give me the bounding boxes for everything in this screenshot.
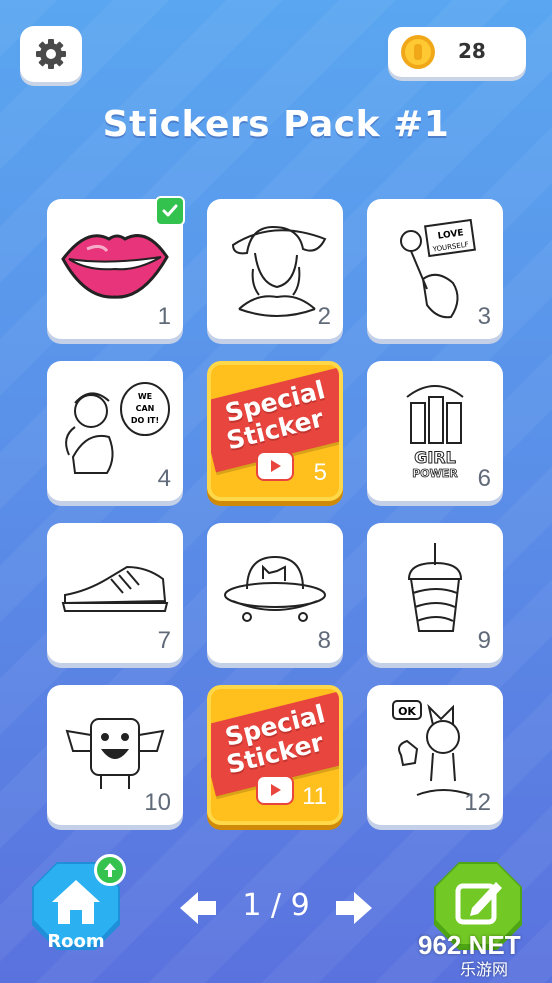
watermark: 962.NET 乐游网 xyxy=(418,930,548,979)
special-sticker-card-5[interactable]: Special Sticker 5 xyxy=(207,361,343,501)
sticker-card-7[interactable]: 7 xyxy=(47,523,183,663)
watermark-bottom: 乐游网 xyxy=(460,962,509,979)
sticker-number: 8 xyxy=(317,627,331,654)
upgrade-arrow-icon xyxy=(94,854,126,886)
svg-text:DO IT!: DO IT! xyxy=(131,416,159,425)
svg-text:CAN: CAN xyxy=(136,404,155,413)
sticker-number: 4 xyxy=(157,465,171,492)
sticker-card-3[interactable]: LOVE YOURSELF 3 xyxy=(367,199,503,339)
room-label: Room xyxy=(47,931,105,952)
sticker-number: 1 xyxy=(157,303,171,330)
svg-text:POWER: POWER xyxy=(412,467,458,480)
sticker-number: 6 xyxy=(477,465,491,492)
coin-icon xyxy=(401,35,435,69)
video-play-icon xyxy=(256,775,294,805)
settings-button[interactable] xyxy=(20,26,82,82)
completed-check-icon xyxy=(155,196,185,226)
sticker-number: 5 xyxy=(313,459,327,486)
sticker-card-8[interactable]: 8 xyxy=(207,523,343,663)
coin-balance: 28 xyxy=(388,27,526,77)
svg-text:GIRL: GIRL xyxy=(414,448,456,467)
sticker-card-6[interactable]: GIRL POWER 6 xyxy=(367,361,503,501)
svg-text:OK: OK xyxy=(398,705,416,718)
sticker-card-10[interactable]: 10 xyxy=(47,685,183,825)
video-play-icon xyxy=(256,451,294,481)
page-title: Stickers Pack #1 xyxy=(102,104,450,145)
sticker-number: 10 xyxy=(144,789,171,816)
gear-icon xyxy=(36,39,66,69)
sticker-number: 9 xyxy=(477,627,491,654)
special-sticker-card-11[interactable]: Special Sticker 11 xyxy=(207,685,343,825)
sticker-number: 3 xyxy=(477,303,491,330)
sticker-card-2[interactable]: 2 xyxy=(207,199,343,339)
sticker-card-4[interactable]: WE CAN DO IT! 4 xyxy=(47,361,183,501)
sticker-grid: 1 2 LOVE YOURSELF 3 WE CAN DO IT! 4 Spec… xyxy=(47,199,503,829)
sticker-card-12[interactable]: OK 12 xyxy=(367,685,503,825)
arrow-left-icon[interactable] xyxy=(176,886,220,930)
svg-text:LOVE: LOVE xyxy=(437,228,464,242)
svg-text:WE: WE xyxy=(138,392,152,401)
sticker-card-9[interactable]: 9 xyxy=(367,523,503,663)
sticker-number: 2 xyxy=(317,303,331,330)
coin-count: 28 xyxy=(458,39,486,63)
page-indicator: 1 / 9 xyxy=(242,888,310,923)
sticker-number: 12 xyxy=(464,789,491,816)
sticker-number: 7 xyxy=(157,627,171,654)
arrow-right-icon[interactable] xyxy=(332,886,376,930)
sticker-number: 11 xyxy=(302,783,327,810)
